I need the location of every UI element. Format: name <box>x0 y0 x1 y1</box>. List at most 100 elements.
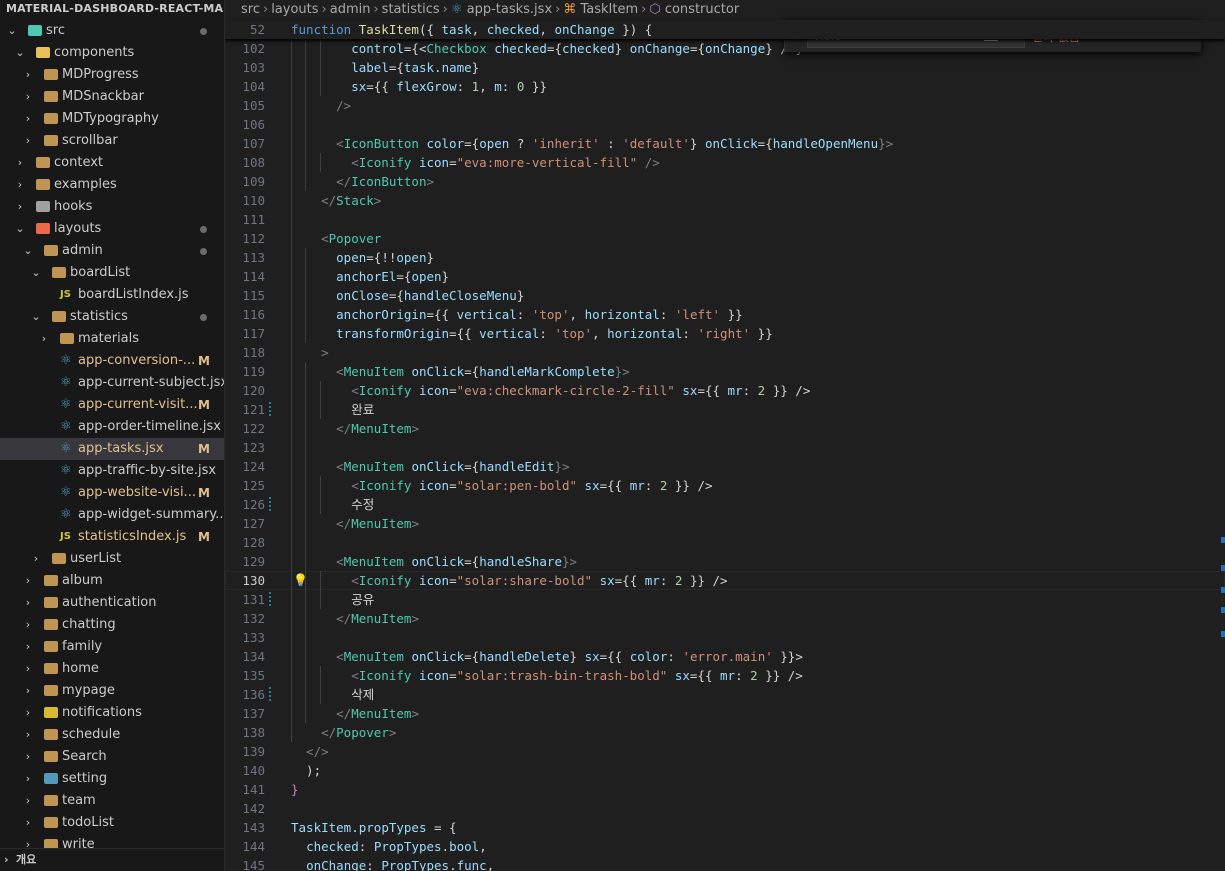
chevron-right-icon: › <box>25 618 31 631</box>
code-line[interactable]: 144 checked: PropTypes.bool, <box>225 837 1225 856</box>
tree-folder[interactable]: › userList <box>0 548 224 570</box>
tree-folder[interactable]: › mypage <box>0 680 224 702</box>
code-line[interactable]: 109 </IconButton> <box>225 172 1225 191</box>
code-line[interactable]: 136 삭제 <box>225 685 1225 704</box>
breadcrumb-item[interactable]: layouts <box>271 2 318 17</box>
tree-folder[interactable]: › album <box>0 570 224 592</box>
code-line[interactable]: 137 </MenuItem> <box>225 704 1225 723</box>
tree-folder[interactable]: › context <box>0 152 224 174</box>
code-line[interactable]: 125 <Iconify icon="solar:pen-bold" sx={{… <box>225 476 1225 495</box>
tree-folder[interactable]: › MDProgress <box>0 64 224 86</box>
tree-folder[interactable]: › notifications <box>0 702 224 724</box>
tree-folder[interactable]: › todoList <box>0 812 224 834</box>
code-line[interactable]: 124 <MenuItem onClick={handleEdit}> <box>225 457 1225 476</box>
tree-folder[interactable]: › team <box>0 790 224 812</box>
code-line[interactable]: 130 💡 <Iconify icon="solar:share-bold" sx… <box>225 571 1225 590</box>
code-line[interactable]: 143 TaskItem.propTypes = { <box>225 818 1225 837</box>
code-line[interactable]: 111 <box>225 210 1225 229</box>
tree-folder[interactable]: ⌄ layouts <box>0 218 224 240</box>
tree-item-label: todoList <box>62 815 114 830</box>
breadcrumb-item[interactable]: constructor <box>665 2 739 17</box>
code-line[interactable]: 104 sx={{ flexGrow: 1, m: 0 }} <box>225 77 1225 96</box>
code-editor[interactable]: src › layouts › admin › statistics › ⚛ app-tasks… <box>225 0 1225 871</box>
code-line[interactable]: 115 onClose={handleCloseMenu} <box>225 286 1225 305</box>
tree-folder[interactable]: › scrollbar <box>0 130 224 152</box>
code-line[interactable]: 126 수정 <box>225 495 1225 514</box>
code-line[interactable]: 142 <box>225 799 1225 818</box>
code-token: , <box>486 858 495 871</box>
code-line[interactable]: 114 anchorEl={open} <box>225 267 1225 286</box>
tree-folder[interactable]: › hooks <box>0 196 224 218</box>
code-line[interactable]: 103 label={task.name} <box>225 58 1225 77</box>
breadcrumb-item[interactable]: admin <box>330 2 371 17</box>
code-line[interactable]: 117 transformOrigin={{ vertical: 'top', … <box>225 324 1225 343</box>
code-line[interactable]: 135 <Iconify icon="solar:trash-bin-trash… <box>225 666 1225 685</box>
breadcrumb-item[interactable]: statistics <box>382 2 440 17</box>
tree-folder[interactable]: › materials <box>0 328 224 350</box>
tree-file[interactable]: ⚛ app-order-timeline.jsx <box>0 416 224 438</box>
line-number: 135 <box>242 668 265 683</box>
tree-folder[interactable]: › chatting <box>0 614 224 636</box>
code-line[interactable]: 52 function TaskItem({ task, checked, onC… <box>225 20 1225 39</box>
code-line[interactable]: 123 <box>225 438 1225 457</box>
code-line[interactable]: 132 </MenuItem> <box>225 609 1225 628</box>
code-token: handleEdit <box>479 459 555 474</box>
tree-folder[interactable]: › MDSnackbar <box>0 86 224 108</box>
code-line[interactable]: 131 공유 <box>225 590 1225 609</box>
tree-file[interactable]: ⚛ app-traffic-by-site.jsx <box>0 460 224 482</box>
tree-file[interactable]: JS boardListIndex.js <box>0 284 224 306</box>
code-line[interactable]: 106 <box>225 115 1225 134</box>
code-line[interactable]: 138 </Popover> <box>225 723 1225 742</box>
breadcrumb-item[interactable]: src <box>241 2 260 17</box>
code-line[interactable]: 112 <Popover <box>225 229 1225 248</box>
code-line[interactable]: 127 </MenuItem> <box>225 514 1225 533</box>
code-line[interactable]: 145 onChange: PropTypes.func, <box>225 856 1225 871</box>
tree-folder[interactable]: ⌄ src <box>0 20 224 42</box>
tree-folder[interactable]: ⌄ components <box>0 42 224 64</box>
code-line[interactable]: 122 </MenuItem> <box>225 419 1225 438</box>
tree-folder[interactable]: › setting <box>0 768 224 790</box>
code-line[interactable]: 108 <Iconify icon="eva:more-vertical-fil… <box>225 153 1225 172</box>
code-line[interactable]: 133 <box>225 628 1225 647</box>
code-line[interactable]: 140 ); <box>225 761 1225 780</box>
tree-folder[interactable]: ⌄ admin <box>0 240 224 262</box>
code-line[interactable]: 118 > <box>225 343 1225 362</box>
tree-file[interactable]: ⚛ app-tasks.jsx M <box>0 438 224 460</box>
tree-folder[interactable]: › examples <box>0 174 224 196</box>
tree-folder[interactable]: › MDTypography <box>0 108 224 130</box>
tree-file[interactable]: ⚛ app-conversion-... M <box>0 350 224 372</box>
tree-file[interactable]: ⚛ app-current-visit... M <box>0 394 224 416</box>
tree-file[interactable]: ⚛ app-widget-summary.... <box>0 504 224 526</box>
breadcrumb-item[interactable]: TaskItem <box>580 2 638 17</box>
outline-section[interactable]: › 개요 <box>0 848 224 871</box>
code-line[interactable]: 128 <box>225 533 1225 552</box>
tree-file[interactable]: JS statisticsIndex.js M <box>0 526 224 548</box>
code-line[interactable]: 121 완료 <box>225 400 1225 419</box>
code-line[interactable]: 110 </Stack> <box>225 191 1225 210</box>
tree-folder[interactable]: › schedule <box>0 724 224 746</box>
code-line[interactable]: 107 <IconButton color={open ? 'inherit' … <box>225 134 1225 153</box>
tree-folder[interactable]: › Search <box>0 746 224 768</box>
tree-folder[interactable]: › family <box>0 636 224 658</box>
line-number: 110 <box>242 193 265 208</box>
code-line[interactable]: 120 <Iconify icon="eva:checkmark-circle-… <box>225 381 1225 400</box>
tree-file[interactable]: ⚛ app-website-visi... M <box>0 482 224 504</box>
code-token: checked <box>306 839 359 854</box>
explorer-title[interactable]: MATERIAL-DASHBOARD-REACT-MAIN <box>0 0 224 20</box>
tree-folder[interactable]: ⌄ statistics <box>0 306 224 328</box>
code-line[interactable]: 113 open={!!open} <box>225 248 1225 267</box>
tree-file[interactable]: ⚛ app-current-subject.jsx <box>0 372 224 394</box>
tree-folder[interactable]: ⌄ boardList <box>0 262 224 284</box>
line-number: 104 <box>242 79 265 94</box>
code-line[interactable]: 134 <MenuItem onClick={handleDelete} sx=… <box>225 647 1225 666</box>
code-line[interactable]: 139 </> <box>225 742 1225 761</box>
code-line[interactable]: 141} <box>225 780 1225 799</box>
tree-folder[interactable]: › home <box>0 658 224 680</box>
code-text: ); <box>291 761 321 780</box>
tree-folder[interactable]: › authentication <box>0 592 224 614</box>
code-line[interactable]: 116 anchorOrigin={{ vertical: 'top', hor… <box>225 305 1225 324</box>
code-line[interactable]: 105 /> <box>225 96 1225 115</box>
code-line[interactable]: 119 <MenuItem onClick={handleMarkComplet… <box>225 362 1225 381</box>
code-line[interactable]: 129 <MenuItem onClick={handleShare}> <box>225 552 1225 571</box>
breadcrumb-item[interactable]: app-tasks.jsx <box>467 2 553 17</box>
